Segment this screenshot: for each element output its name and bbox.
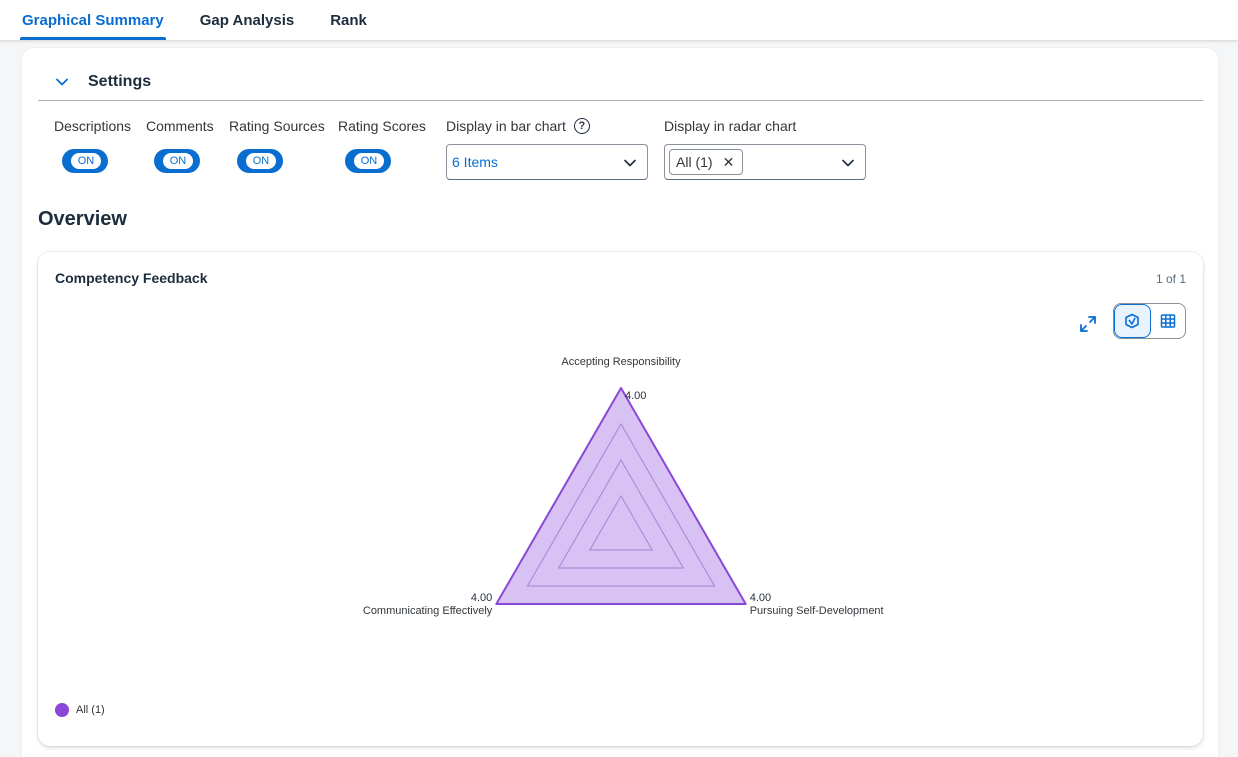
radar-value-label: 4.00 (471, 592, 492, 604)
rating-scores-control: Rating Scores ON (338, 118, 426, 173)
radar-token-label: All (1) (676, 154, 713, 170)
descriptions-toggle[interactable]: ON (62, 149, 108, 173)
descriptions-control: Descriptions ON (54, 118, 132, 173)
radar-category-label: Pursuing Self-Development (750, 605, 884, 617)
bar-chart-select-value: 6 Items (452, 154, 498, 170)
tab-bar: Graphical Summary Gap Analysis Rank (0, 0, 1238, 40)
radar-chart-control: Display in radar chart All (1) ✕ (664, 118, 866, 180)
comments-control: Comments ON (146, 118, 214, 173)
rating-sources-label: Rating Sources (229, 118, 325, 134)
tab-graphical-summary[interactable]: Graphical Summary (20, 0, 166, 40)
bar-chart-select[interactable]: 6 Items (446, 144, 648, 180)
tab-rank[interactable]: Rank (328, 0, 369, 40)
comments-toggle[interactable]: ON (154, 149, 200, 173)
radar-category-label: Communicating Effectively (363, 605, 493, 617)
settings-header: Settings (38, 64, 1203, 101)
main-card: Settings Descriptions ON Comments ON Rat… (22, 48, 1218, 757)
toggle-knob: ON (162, 152, 194, 170)
chevron-down-icon[interactable] (52, 72, 72, 92)
radar-chart-select[interactable]: All (1) ✕ (664, 144, 866, 180)
competency-chart-card: Competency Feedback 1 of 1 Accepting Res… (38, 252, 1203, 746)
radar-chart: Accepting Responsibility4.00Pursuing Sel… (363, 356, 884, 617)
tab-gap-analysis[interactable]: Gap Analysis (198, 0, 296, 40)
toggle-knob: ON (70, 152, 102, 170)
bar-chart-control: Display in bar chart ? 6 Items (446, 118, 648, 180)
bar-chart-label-text: Display in bar chart (446, 118, 566, 134)
radar-chart-label: Display in radar chart (664, 118, 797, 134)
legend-item[interactable]: All (1) (55, 703, 105, 717)
settings-title: Settings (88, 73, 152, 90)
settings-controls: Descriptions ON Comments ON Rating Sourc… (54, 118, 1194, 188)
rating-sources-toggle[interactable]: ON (237, 149, 283, 173)
radar-value-label: 4.00 (750, 592, 771, 604)
legend-label: All (1) (76, 704, 105, 716)
comments-label: Comments (146, 118, 214, 134)
overview-title: Overview (38, 208, 127, 230)
chevron-down-icon (842, 159, 854, 167)
rating-scores-toggle[interactable]: ON (345, 149, 391, 173)
radar-token: All (1) ✕ (669, 149, 744, 175)
radar-category-label: Accepting Responsibility (561, 356, 681, 368)
rating-scores-label: Rating Scores (338, 118, 426, 134)
close-icon[interactable]: ✕ (723, 154, 735, 171)
radar-value-label: 4.00 (625, 390, 646, 402)
question-circle-icon[interactable]: ? (573, 118, 590, 134)
rating-sources-control: Rating Sources ON (229, 118, 325, 173)
legend-dot (55, 703, 69, 717)
toggle-knob: ON (245, 152, 277, 170)
bar-chart-label: Display in bar chart ? (446, 118, 590, 134)
descriptions-label: Descriptions (54, 118, 132, 134)
toggle-knob: ON (353, 152, 385, 170)
chevron-down-icon (624, 159, 636, 167)
